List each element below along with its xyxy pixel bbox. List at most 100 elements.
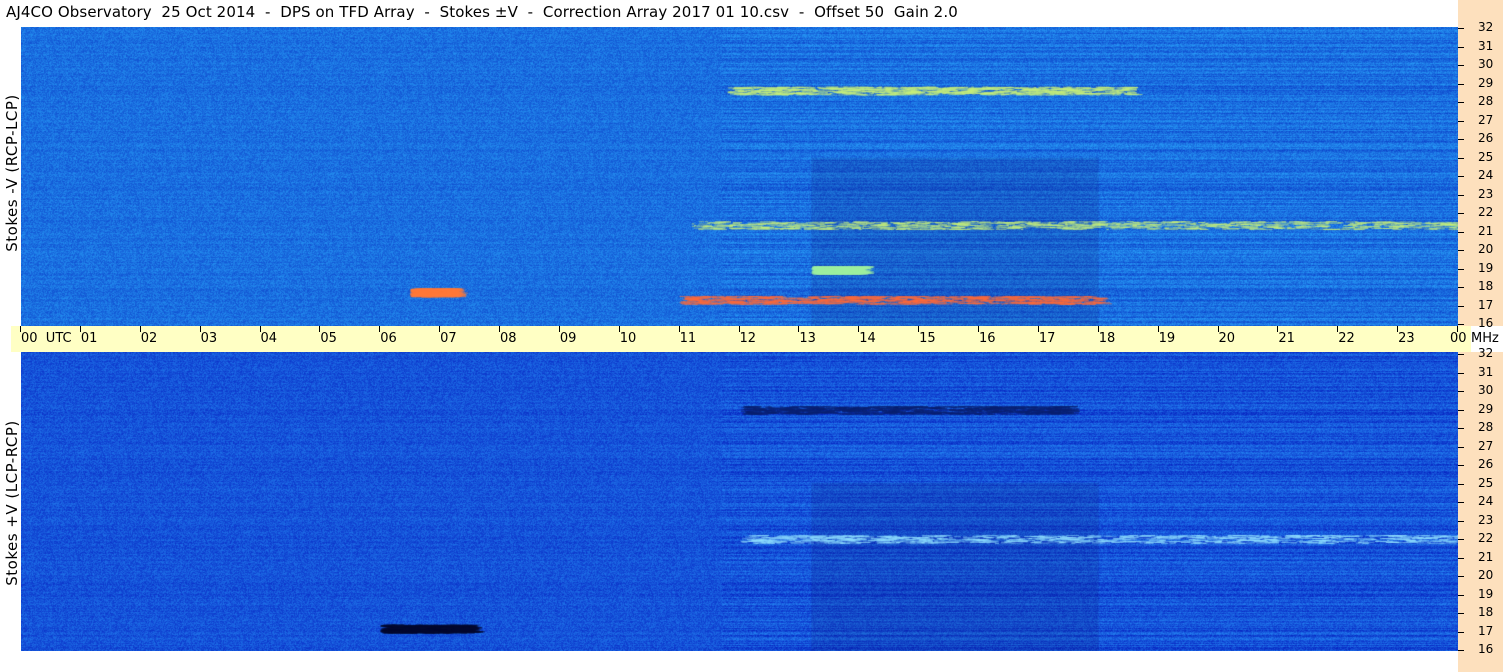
freq-tick-mark xyxy=(1458,213,1464,214)
freq-tick-label: 17 xyxy=(1478,623,1494,638)
freq-axis-bottom: 32 31 30 29 28 27 26 25 24 23 22 21 20 19 18 17 16 xyxy=(1458,346,1503,672)
freq-tick-label: 29 xyxy=(1478,401,1494,416)
time-tick-label: 21 xyxy=(1278,331,1295,346)
time-tick-mark xyxy=(558,326,560,332)
freq-tick-mark xyxy=(1458,428,1464,429)
time-tick-label: 16 xyxy=(979,331,996,346)
freq-tick-mark xyxy=(1458,594,1464,596)
freq-tick-mark xyxy=(1458,613,1464,614)
freq-tick-label: 26 xyxy=(1478,457,1494,471)
time-tick-label: 17 xyxy=(1038,331,1056,346)
time-tick-mark xyxy=(678,326,680,332)
time-tick-label: 09 xyxy=(559,331,577,346)
time-tick-label: 13 xyxy=(799,331,816,346)
freq-tick-label: 21 xyxy=(1478,549,1494,564)
freq-tick-label: 25 xyxy=(1478,475,1494,490)
time-tick-label: 04 xyxy=(260,331,278,346)
freq-tick-label: 32 xyxy=(1478,346,1494,360)
freq-tick-label: 17 xyxy=(1478,297,1494,312)
time-tick-label: 03 xyxy=(200,331,218,346)
freq-tick-label: 16 xyxy=(1478,642,1494,656)
time-tick-mark xyxy=(1157,326,1159,332)
time-tick-mark xyxy=(199,326,201,332)
spectrogram-bottom-canvas xyxy=(21,352,1458,651)
time-tick-label: 22 xyxy=(1338,331,1355,346)
freq-tick-label: 30 xyxy=(1478,383,1494,397)
time-tick-label: 05 xyxy=(320,331,337,346)
time-tick-mark xyxy=(858,326,860,332)
freq-tick-label: 30 xyxy=(1478,57,1494,71)
freq-tick-label: 24 xyxy=(1478,168,1494,182)
freq-tick-label: 20 xyxy=(1478,242,1494,256)
freq-tick-mark xyxy=(1458,28,1464,29)
time-tick-mark xyxy=(1097,326,1099,332)
time-tick-mark xyxy=(139,326,141,332)
chart-title: AJ4CO Observatory 25 Oct 2014 - DPS on T… xyxy=(6,3,958,21)
time-tick-label: 07 xyxy=(440,331,457,346)
freq-tick-mark xyxy=(1458,305,1464,307)
freq-tick-mark xyxy=(1458,231,1464,233)
freq-tick-label: 23 xyxy=(1478,186,1494,201)
time-tick-mark xyxy=(918,326,920,332)
ylabel-bottom: Stokes +V (LCP-RCP) xyxy=(3,420,21,586)
time-tick-label: 18 xyxy=(1098,331,1116,346)
freq-tick-label: 18 xyxy=(1478,279,1494,293)
time-tick-label: 11 xyxy=(679,331,697,346)
time-tick-mark xyxy=(798,326,800,332)
freq-tick-label: 22 xyxy=(1478,531,1494,545)
time-tick-label: 00 xyxy=(1450,331,1467,346)
freq-tick-label: 20 xyxy=(1478,568,1494,582)
freq-tick-label: 19 xyxy=(1478,586,1494,601)
freq-tick-mark xyxy=(1458,650,1464,651)
time-tick-mark xyxy=(1397,326,1399,332)
time-tick-mark xyxy=(1277,326,1279,332)
freq-tick-label: 18 xyxy=(1478,605,1494,619)
freq-tick-mark xyxy=(1458,483,1464,485)
freq-tick-mark xyxy=(1458,539,1464,540)
spectrogram-top-canvas xyxy=(21,27,1458,326)
freq-tick-mark xyxy=(1458,557,1464,559)
freq-tick-mark xyxy=(1458,391,1464,392)
freq-tick-label: 32 xyxy=(1478,20,1494,34)
freq-tick-label: 31 xyxy=(1478,38,1494,53)
time-tick-mark xyxy=(618,326,620,332)
freq-tick-mark xyxy=(1458,631,1464,633)
time-axis: 00 UTC 01 02 03 04 05 06 07 08 09 10 11 12 13 14 15 16 17… xyxy=(11,326,1471,352)
freq-tick-mark xyxy=(1458,194,1464,196)
time-tick-mark xyxy=(978,326,979,332)
spectrogram-top xyxy=(21,27,1458,326)
freq-tick-label: 25 xyxy=(1478,149,1494,164)
freq-tick-mark xyxy=(1458,120,1464,122)
freq-tick-mark xyxy=(1458,576,1464,577)
time-tick-mark xyxy=(379,326,381,332)
time-tick-label: 19 xyxy=(1158,331,1176,346)
time-tick-label: 20 xyxy=(1218,331,1236,346)
freq-tick-label: 27 xyxy=(1478,112,1494,127)
freq-tick-mark xyxy=(1458,176,1464,177)
time-tick-mark xyxy=(79,326,81,332)
time-tick-label: 01 xyxy=(80,331,98,346)
freq-tick-mark xyxy=(1458,157,1464,159)
time-tick-mark xyxy=(1457,326,1458,332)
time-tick-mark xyxy=(439,326,441,332)
freq-tick-label: 19 xyxy=(1478,260,1494,275)
freq-tick-mark xyxy=(1458,520,1464,522)
freq-unit-label: MHz xyxy=(1471,331,1499,346)
freq-tick-mark xyxy=(1458,372,1464,374)
freq-tick-mark xyxy=(1458,102,1464,103)
time-tick-label: 15 xyxy=(919,331,936,346)
freq-tick-mark xyxy=(1458,324,1464,325)
freq-tick-mark xyxy=(1458,465,1464,466)
time-tick-mark xyxy=(1337,326,1339,332)
time-tick-mark xyxy=(1037,326,1039,332)
spectrogram-bottom xyxy=(21,352,1458,651)
freq-tick-label: 16 xyxy=(1478,316,1494,330)
time-tick-label: 10 xyxy=(619,331,637,346)
freq-tick-mark xyxy=(1458,46,1464,48)
time-tick-mark xyxy=(20,326,21,332)
time-tick-mark xyxy=(259,326,261,332)
freq-tick-label: 28 xyxy=(1478,420,1494,434)
freq-tick-label: 21 xyxy=(1478,223,1494,238)
freq-tick-mark xyxy=(1458,409,1464,411)
freq-tick-label: 24 xyxy=(1478,494,1494,508)
